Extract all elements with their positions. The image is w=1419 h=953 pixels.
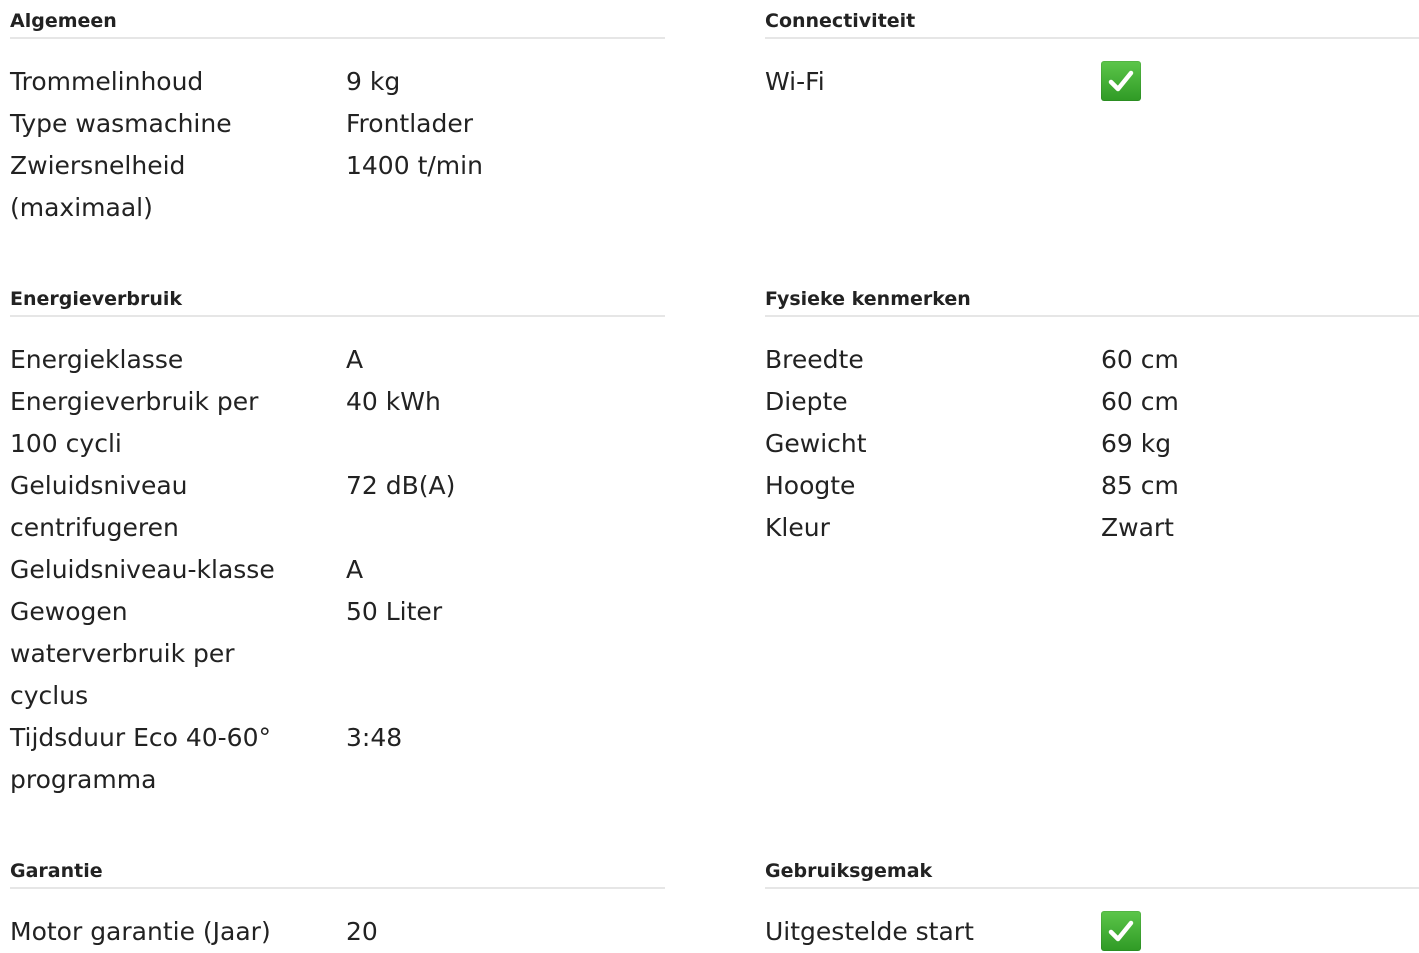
- section-gebruiksgemak: Gebruiksgemak Uitgestelde start: [765, 860, 1419, 953]
- spec-row: Wi-Fi: [765, 61, 1419, 103]
- spec-value: 20: [346, 917, 378, 946]
- spec-value: 1400 t/min: [346, 151, 483, 180]
- section-algemeen: Algemeen Trommelinhoud 9 kg Type wasmach…: [10, 10, 665, 229]
- spec-label: Kleur: [765, 513, 830, 542]
- spec-label: Wi-Fi: [765, 67, 825, 96]
- spec-row: Geluidsniveau centrifugeren 72 dB(A): [10, 465, 665, 549]
- spec-label: Tijdsduur Eco 40-60° programma: [10, 723, 271, 794]
- spec-value: 40 kWh: [346, 387, 441, 416]
- spec-value: 3:48: [346, 723, 403, 752]
- spec-label: Hoogte: [765, 471, 856, 500]
- spec-label: Breedte: [765, 345, 864, 374]
- section-title: Gebruiksgemak: [765, 860, 1419, 889]
- spec-label: Uitgestelde start: [765, 917, 974, 946]
- spec-row: Tijdsduur Eco 40-60° programma 3:48: [10, 717, 665, 801]
- spec-label: Zwiersnelheid (maximaal): [10, 151, 186, 222]
- spec-label: Trommelinhoud: [10, 67, 204, 96]
- section-title: Connectiviteit: [765, 10, 1419, 39]
- section-fysieke-kenmerken: Fysieke kenmerken Breedte 60 cm Diepte 6…: [765, 288, 1419, 549]
- spec-row: Kleur Zwart: [765, 507, 1419, 549]
- spec-label: Energieklasse: [10, 345, 184, 374]
- spec-value: 50 Liter: [346, 597, 443, 626]
- check-icon: [1101, 911, 1141, 951]
- spec-row: Zwiersnelheid (maximaal) 1400 t/min: [10, 145, 665, 229]
- spec-label: Diepte: [765, 387, 848, 416]
- spec-value: 69 kg: [1101, 429, 1172, 458]
- spec-value: A: [346, 555, 364, 584]
- spec-label: Type wasmachine: [10, 109, 232, 138]
- spec-value: Frontlader: [346, 109, 474, 138]
- spec-value: 60 cm: [1101, 345, 1179, 374]
- spec-label: Geluidsniveau centrifugeren: [10, 471, 188, 542]
- section-title: Fysieke kenmerken: [765, 288, 1419, 317]
- spec-value: A: [346, 345, 364, 374]
- spec-row: Energieklasse A: [10, 339, 665, 381]
- spec-value: 72 dB(A): [346, 471, 456, 500]
- section-energieverbruik: Energieverbruik Energieklasse A Energiev…: [10, 288, 665, 801]
- spec-label: Gewicht: [765, 429, 867, 458]
- section-connectiviteit: Connectiviteit Wi-Fi: [765, 10, 1419, 103]
- spec-value: 60 cm: [1101, 387, 1179, 416]
- spec-row: Energieverbruik per 100 cycli 40 kWh: [10, 381, 665, 465]
- spec-row: Type wasmachine Frontlader: [10, 103, 665, 145]
- spec-value: 9 kg: [346, 67, 401, 96]
- section-garantie: Garantie Motor garantie (Jaar) 20: [10, 860, 665, 953]
- spec-row: Motor garantie (Jaar) 20: [10, 911, 665, 953]
- spec-label: Geluidsniveau-klasse: [10, 555, 275, 584]
- spec-label: Gewogen waterverbruik per cyclus: [10, 597, 235, 710]
- spec-row: Trommelinhoud 9 kg: [10, 61, 665, 103]
- spec-row: Diepte 60 cm: [765, 381, 1419, 423]
- spec-row: Breedte 60 cm: [765, 339, 1419, 381]
- spec-row: Gewicht 69 kg: [765, 423, 1419, 465]
- section-title: Algemeen: [10, 10, 665, 39]
- spec-row: Uitgestelde start: [765, 911, 1419, 953]
- check-icon: [1101, 61, 1141, 101]
- spec-value: Zwart: [1101, 513, 1174, 542]
- section-title: Energieverbruik: [10, 288, 665, 317]
- spec-row: Gewogen waterverbruik per cyclus 50 Lite…: [10, 591, 665, 717]
- spec-label: Motor garantie (Jaar): [10, 917, 271, 946]
- spec-value: 85 cm: [1101, 471, 1179, 500]
- spec-row: Hoogte 85 cm: [765, 465, 1419, 507]
- section-title: Garantie: [10, 860, 665, 889]
- spec-label: Energieverbruik per 100 cycli: [10, 387, 259, 458]
- spec-row: Geluidsniveau-klasse A: [10, 549, 665, 591]
